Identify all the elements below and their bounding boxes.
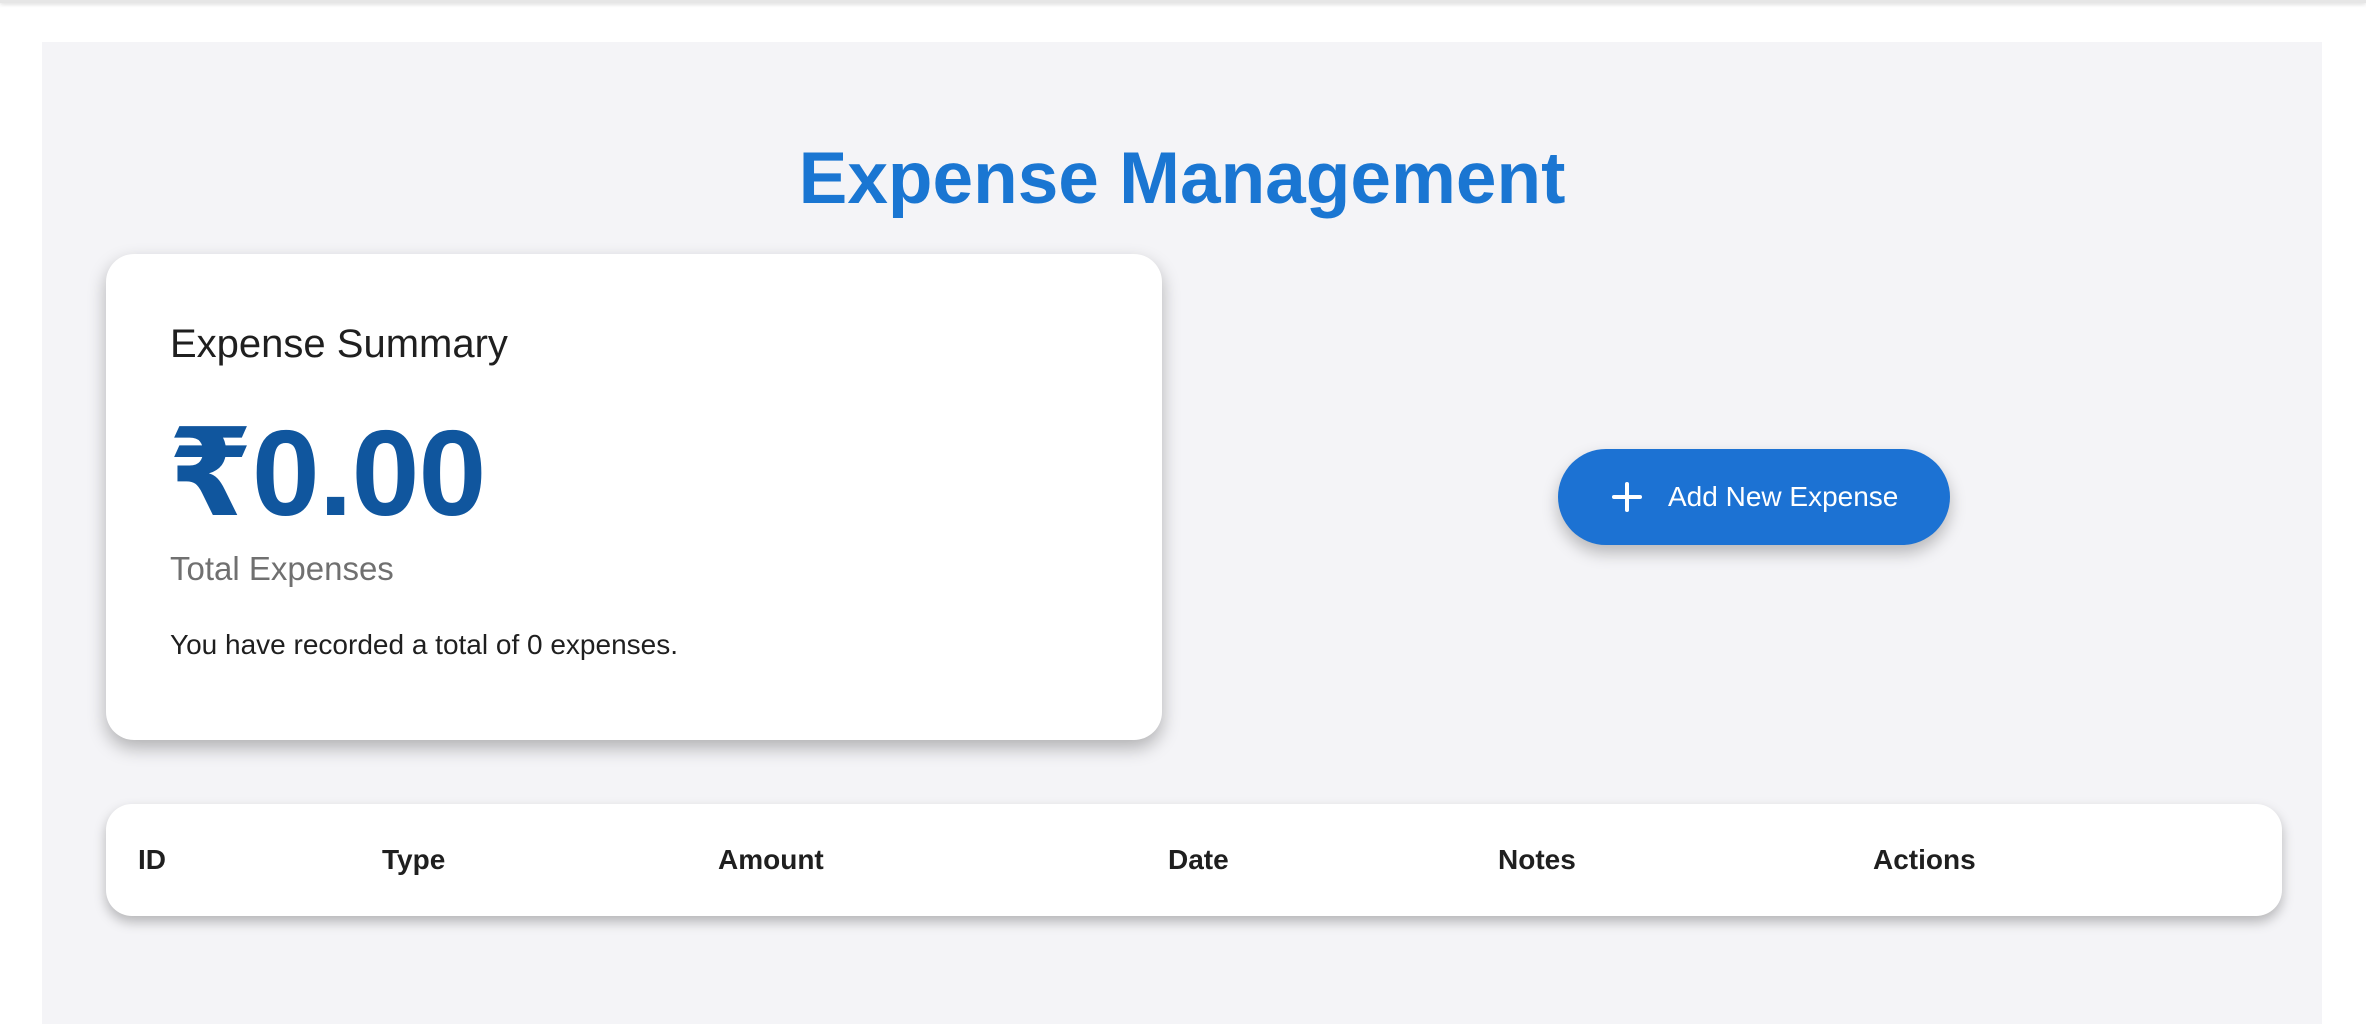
top-bar <box>0 0 2366 3</box>
expense-count-note: You have recorded a total of 0 expenses. <box>170 629 678 660</box>
add-new-expense-label: Add New Expense <box>1668 481 1899 512</box>
total-expenses-label: Total Expenses <box>170 550 394 587</box>
table-header-row: ID Type Amount Date Notes Actions <box>106 804 2282 916</box>
column-header-type: Type <box>382 844 446 875</box>
expenses-table-card: ID Type Amount Date Notes Actions <box>106 804 2282 916</box>
column-header-actions: Actions <box>1873 844 1976 875</box>
total-amount: ₹0.00 <box>168 405 486 541</box>
add-new-expense-button[interactable]: Add New Expense <box>1558 449 1950 545</box>
column-header-id: ID <box>138 844 166 875</box>
plus-icon <box>1612 482 1642 512</box>
page-container: Expense Management Expense Summary ₹0.00… <box>42 42 2322 1024</box>
column-header-date: Date <box>1168 844 1229 875</box>
expense-summary-card: Expense Summary ₹0.00 Total Expenses You… <box>106 254 1162 740</box>
expenses-table: ID Type Amount Date Notes Actions <box>106 804 2282 916</box>
summary-title: Expense Summary <box>170 322 508 366</box>
column-header-notes: Notes <box>1498 844 1576 875</box>
page-title: Expense Management <box>798 138 1566 219</box>
column-header-amount: Amount <box>718 844 824 875</box>
table-header: ID Type Amount Date Notes Actions <box>106 804 2282 916</box>
